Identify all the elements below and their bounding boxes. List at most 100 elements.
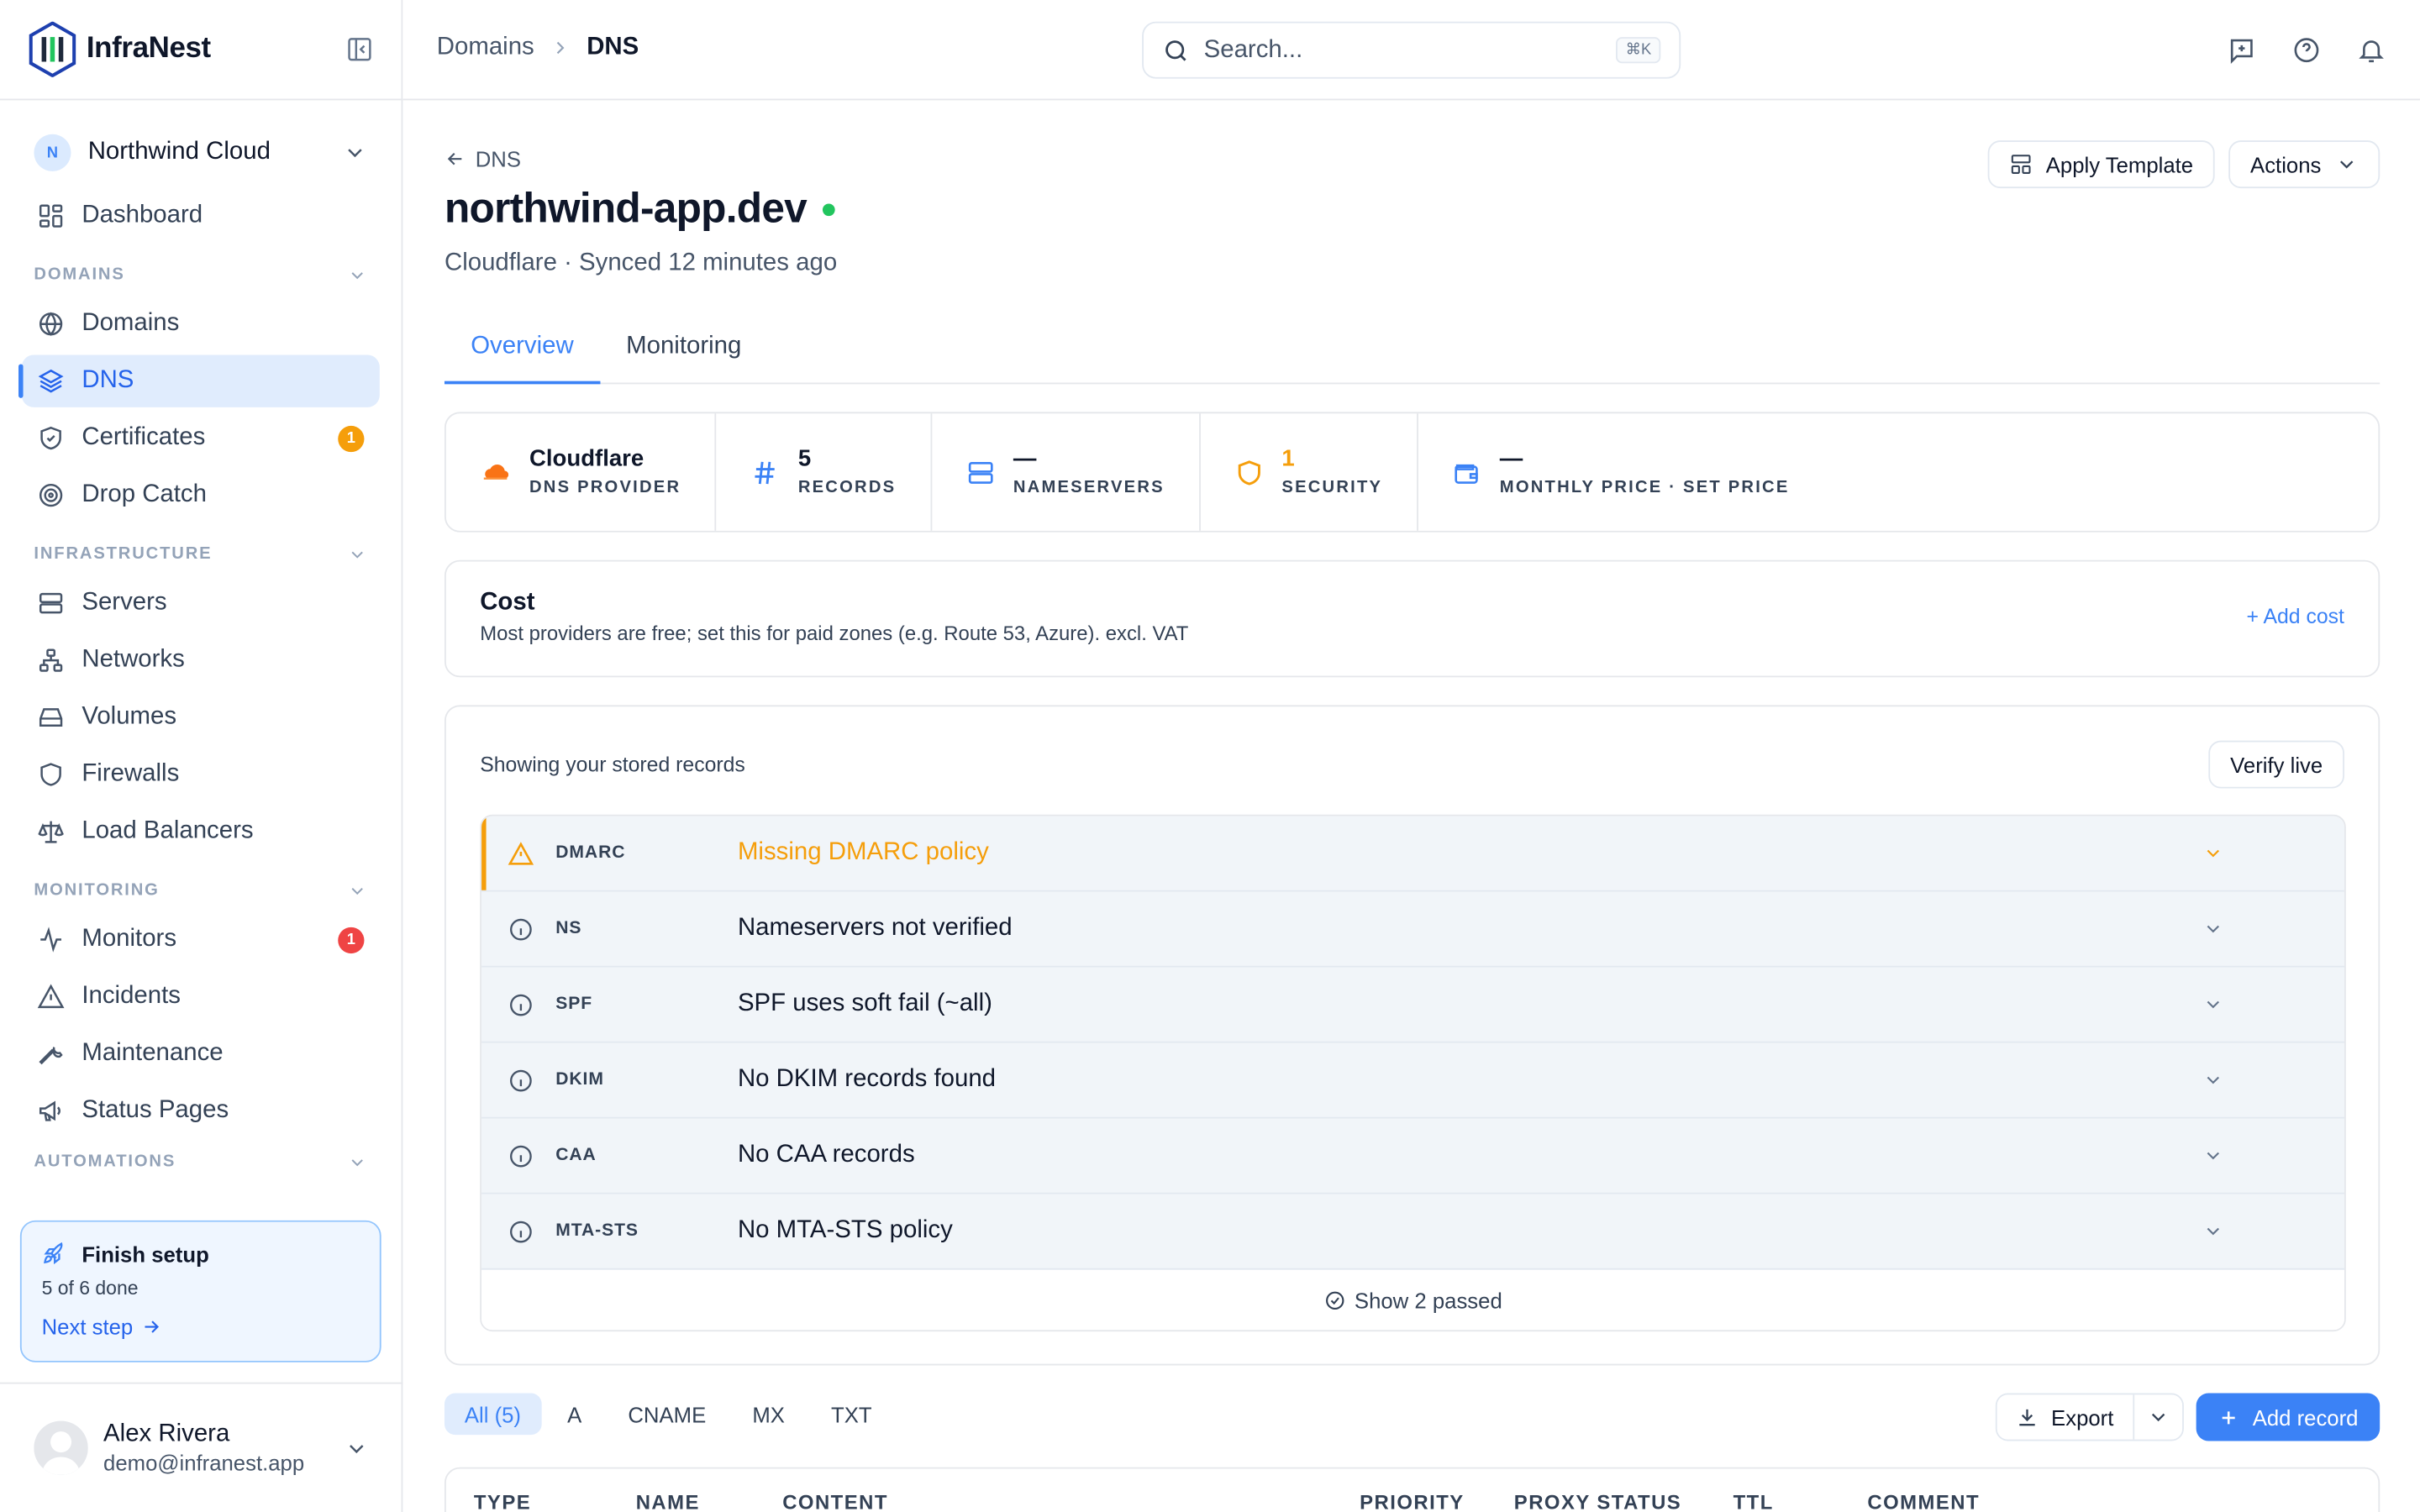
stat-value: — [1499,446,1523,473]
bell-icon[interactable] [2357,35,2386,65]
sidebar-item-servers[interactable]: Servers [22,577,380,629]
add-record-button[interactable]: Add record [2195,1393,2381,1441]
check-row-spf[interactable]: SPF SPF uses soft fail (~all) [481,967,2344,1043]
stat-nameservers: — NAMESERVERS [932,413,1201,531]
check-row-mta-sts[interactable]: MTA-STS No MTA-STS policy [481,1194,2344,1270]
breadcrumb-domains[interactable]: Domains [437,34,534,61]
info-icon [508,916,534,942]
sidebar-item-volumes[interactable]: Volumes [22,691,380,743]
column-type[interactable]: TYPE [474,1490,531,1512]
stat-label: SECURITY [1281,477,1383,496]
next-step-label: Next step [41,1314,134,1340]
section-infrastructure[interactable]: INFRASTRUCTURE [22,531,380,577]
feedback-icon[interactable] [2227,35,2256,65]
section-automations[interactable]: AUTOMATIONS [22,1152,380,1184]
export-button[interactable]: Export [1996,1394,2133,1440]
column-proxy-status[interactable]: PROXY STATUS [1514,1490,1681,1512]
scale-icon [37,817,65,845]
check-message: Nameservers not verified [737,915,1013,942]
next-step-link[interactable]: Next step [42,1315,360,1339]
sidebar-item-incidents[interactable]: Incidents [22,970,380,1022]
alert-triangle-icon [508,840,534,866]
tab-monitoring[interactable]: Monitoring [600,308,768,382]
megaphone-icon [37,1097,65,1125]
sidebar-item-label: Firewalls [82,760,180,787]
cloud-icon [480,457,511,488]
sidebar-item-label: Volumes [82,703,177,730]
help-icon[interactable] [2291,35,2321,65]
sidebar-item-firewalls[interactable]: Firewalls [22,748,380,801]
sidebar-collapse-icon[interactable] [345,35,373,63]
sidebar-item-load-balancers[interactable]: Load Balancers [22,806,380,858]
check-row-ns[interactable]: NS Nameservers not verified [481,891,2344,968]
column-ttl[interactable]: TTL [1733,1490,1774,1512]
apply-template-button[interactable]: Apply Template [1986,140,2215,189]
sidebar-item-monitors[interactable]: Monitors 1 [22,913,380,965]
network-icon [37,647,65,675]
sidebar-item-label: Networks [82,646,185,673]
sidebar-item-dns[interactable]: DNS [18,354,380,407]
filter-mx[interactable]: MX [732,1394,804,1436]
sidebar-item-domains[interactable]: Domains [22,297,380,349]
filter-txt[interactable]: TXT [811,1394,892,1436]
actions-button[interactable]: Actions [2228,140,2381,189]
avatar [34,1420,88,1475]
filter-cname[interactable]: CNAME [608,1394,726,1436]
cost-title: Cost [480,589,535,616]
stats-bar: Cloudflare DNS PROVIDER 5 RECORDS — NAME… [444,412,2381,533]
section-domains[interactable]: DOMAINS [22,251,380,297]
sidebar-item-label: Monitors [82,926,177,953]
infranest-logo-icon[interactable] [28,21,77,77]
sidebar-item-status-pages[interactable]: Status Pages [22,1084,380,1137]
sidebar-item-dashboard[interactable]: Dashboard [22,190,380,242]
sidebar-item-label: Servers [82,589,167,616]
show-passed-button[interactable]: Show 2 passed [481,1269,2344,1331]
sidebar-item-label: Dashboard [82,202,203,228]
filter-all[interactable]: All (5) [444,1393,541,1436]
sidebar-item-certificates[interactable]: Certificates 1 [22,412,380,464]
section-monitoring[interactable]: MONITORING [22,867,380,913]
stat-value: 5 [797,446,812,473]
search-input[interactable] [1203,36,1590,65]
chevron-down-icon [343,140,367,165]
filter-a[interactable]: A [547,1394,602,1436]
check-row-caa[interactable]: CAA No CAA records [481,1118,2344,1194]
column-priority[interactable]: PRIORITY [1360,1490,1465,1512]
info-icon [508,1067,534,1093]
check-message: SPF uses soft fail (~all) [737,990,992,1017]
brand: InfraNest [0,0,402,101]
column-content[interactable]: CONTENT [782,1490,888,1512]
rocket-icon [42,1241,68,1267]
sidebar-item-label: Maintenance [82,1039,224,1067]
chevron-right-icon [550,37,571,59]
check-tag: SPF [555,995,593,1014]
check-row-dmarc[interactable]: DMARC Missing DMARC policy [481,816,2344,892]
show-passed-label: Show 2 passed [1354,1287,1502,1313]
sidebar-item-maintenance[interactable]: Maintenance [22,1027,380,1079]
chevron-down-icon [2202,1145,2224,1167]
check-message: No DKIM records found [737,1066,997,1093]
breadcrumb-dns: DNS [587,34,639,60]
back-link[interactable]: DNS [445,146,521,171]
stat-records: 5 RECORDS [716,413,932,531]
header-actions: Apply Template Actions [1986,140,2381,189]
sidebar-item-drop-catch[interactable]: Drop Catch [22,469,380,521]
verify-live-button[interactable]: Verify live [2208,740,2344,789]
column-name[interactable]: NAME [636,1490,700,1512]
export-options-button[interactable] [2132,1394,2182,1440]
chevron-down-icon [347,265,367,285]
globe-icon [37,310,65,338]
activity-icon [37,926,65,953]
check-row-dkim[interactable]: DKIM No DKIM records found [481,1042,2344,1119]
add-cost-link[interactable]: + Add cost [2246,605,2344,628]
column-comment[interactable]: COMMENT [1867,1490,1980,1512]
sidebar-item-networks[interactable]: Networks [22,634,380,686]
finish-setup-card: Finish setup 5 of 6 done Next step [19,1220,381,1362]
target-icon [37,481,65,509]
stat-monthly-price[interactable]: — MONTHLY PRICE · SET PRICE [1418,413,1823,531]
tab-overview[interactable]: Overview [444,308,600,385]
user-menu[interactable]: Alex Rivera demo@infranest.app [0,1382,403,1512]
org-switcher[interactable]: N Northwind Cloud [18,116,382,190]
alert-triangle-icon [37,983,65,1011]
search-bar[interactable]: ⌘K [1142,21,1681,79]
